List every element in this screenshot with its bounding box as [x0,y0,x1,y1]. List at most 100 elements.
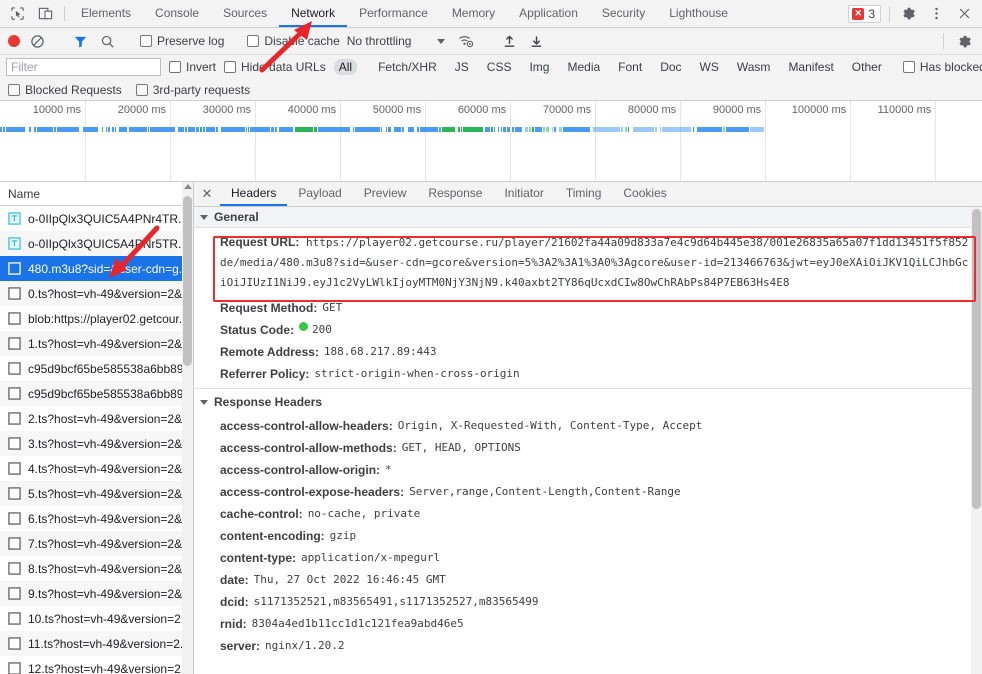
filter-type-other[interactable]: Other [847,59,887,75]
header-name: Status Code: [220,323,295,337]
tab-performance[interactable]: Performance [347,0,440,27]
manifest-doc-icon [8,236,22,251]
request-list-row[interactable]: 10.ts?host=vh-49&version=2. [0,606,193,631]
detail-scrollbar[interactable] [971,207,982,674]
blocked-requests-checkbox[interactable]: Blocked Requests [8,83,122,97]
request-list-header[interactable]: Name [0,182,193,206]
close-icon[interactable]: ✕ [194,182,220,206]
general-section-header[interactable]: General [194,207,982,228]
timeline-request-segment [221,127,245,132]
scrollbar-thumb[interactable] [972,209,981,509]
filter-type-media[interactable]: Media [562,59,605,75]
third-party-requests-checkbox[interactable]: 3rd-party requests [135,83,250,97]
tab-lighthouse[interactable]: Lighthouse [657,0,740,27]
filter-type-label: Manifest [788,60,834,74]
timeline-request-segment [28,127,32,132]
timeline-gridline [170,101,172,181]
request-list-row[interactable]: 3.ts?host=vh-49&version=2&.. [0,431,193,456]
tab-security[interactable]: Security [590,0,657,27]
request-list-scrollbar[interactable] [182,182,193,674]
timeline-request-segment [353,127,355,132]
tab-console[interactable]: Console [143,0,211,27]
tab-headers[interactable]: Headers [220,182,288,206]
request-list-row[interactable]: o-0IIpQlx3QUIC5A4PNr5TR.. [0,231,193,256]
network-overview-timeline[interactable]: 10000 ms 20000 ms 30000 ms 40000 ms 50000 ms… [0,101,982,182]
import-har-icon[interactable] [499,31,519,51]
filter-type-doc[interactable]: Doc [655,59,686,75]
tab-cookies[interactable]: Cookies [612,182,677,206]
response-header-row: rnid: 8304a4ed1b11cc1d1c121fea9abd46e5 [194,613,982,635]
tab-initiator[interactable]: Initiator [493,182,554,206]
error-count-badge[interactable]: ✕ 3 [848,4,881,23]
device-toolbar-icon[interactable] [36,5,54,23]
filter-type-img[interactable]: Img [524,59,554,75]
filter-type-wasm[interactable]: Wasm [732,59,776,75]
timeline-request-segment [83,127,98,132]
scroll-up-arrow-icon[interactable] [184,184,192,189]
more-vertical-icon[interactable] [926,4,946,24]
timeline-tick-label: 90000 ms [712,104,762,116]
tab-application[interactable]: Application [507,0,590,27]
filter-type-js[interactable]: JS [450,59,474,75]
disable-cache-checkbox[interactable]: Disable cache [247,34,340,48]
tab-memory[interactable]: Memory [440,0,507,27]
filter-type-fetch-xhr[interactable]: Fetch/XHR [373,59,442,75]
scrollbar-thumb[interactable] [183,196,192,366]
clear-icon[interactable] [27,31,47,51]
inspect-element-icon[interactable] [8,5,26,23]
export-har-icon[interactable] [526,31,546,51]
request-list-row[interactable]: 12.ts?host=vh-49&version=2. [0,656,193,674]
hide-data-urls-checkbox[interactable]: Hide data URLs [224,60,326,74]
gear-icon[interactable] [954,31,974,51]
tab-preview[interactable]: Preview [353,182,418,206]
generic-file-icon [8,461,22,476]
filter-type-manifest[interactable]: Manifest [783,59,838,75]
throttling-select[interactable]: No throttling [347,34,446,48]
filter-type-ws[interactable]: WS [695,59,724,75]
tab-elements[interactable]: Elements [69,0,143,27]
has-blocked-cookies-checkbox[interactable]: Has blocked cookies [902,60,982,74]
tab-network[interactable]: Network [279,0,348,27]
request-list-row[interactable]: 9.ts?host=vh-49&version=2&.. [0,581,193,606]
filter-type-all[interactable]: All [333,59,358,75]
network-conditions-icon[interactable] [456,31,476,51]
filter-type-font[interactable]: Font [613,59,647,75]
response-headers-section-header[interactable]: Response Headers [194,389,982,415]
filter-type-label: Wasm [736,60,771,74]
detail-tab-label: Initiator [504,186,544,200]
record-button[interactable] [8,35,20,47]
header-value: Server,range,Content-Length,Content-Rang… [409,485,681,498]
request-list-row[interactable]: blob:https://player02.getcour.. [0,306,193,331]
tab-sources[interactable]: Sources [211,0,279,27]
timeline-request-segment [248,127,250,132]
filter-type-css[interactable]: CSS [482,59,517,75]
close-icon[interactable] [954,4,974,24]
gear-icon[interactable] [898,4,918,24]
request-list-row[interactable]: 480.m3u8?sid=&user-cdn=g.. [0,256,193,281]
request-list-row[interactable]: 8.ts?host=vh-49&version=2&.. [0,556,193,581]
tab-timing[interactable]: Timing [555,182,613,206]
request-list-row[interactable]: c95d9bcf65be585538a6bb89 [0,381,193,406]
timeline-request-segment [723,127,726,132]
preserve-log-checkbox[interactable]: Preserve log [140,34,224,48]
request-list-row[interactable]: o-0IIpQlx3QUIC5A4PNr4TR.. [0,206,193,231]
search-input[interactable] [6,58,161,76]
tab-payload[interactable]: Payload [287,182,352,206]
request-list-body[interactable]: o-0IIpQlx3QUIC5A4PNr4TR.. o-0IIpQlx3QUIC5… [0,206,193,674]
request-list-row[interactable]: 0.ts?host=vh-49&version=2&.. [0,281,193,306]
timeline-request-segment [543,127,545,132]
filter-icon[interactable] [70,31,90,51]
timeline-request-segment [515,127,522,132]
search-icon[interactable] [97,31,117,51]
request-list-row[interactable]: 1.ts?host=vh-49&version=2&.. [0,331,193,356]
request-list-row[interactable]: 11.ts?host=vh-49&version=2. [0,631,193,656]
request-list-row[interactable]: 6.ts?host=vh-49&version=2&.. [0,506,193,531]
request-list-row[interactable]: 5.ts?host=vh-49&version=2&.. [0,481,193,506]
request-list-row[interactable]: 7.ts?host=vh-49&version=2&.. [0,531,193,556]
tab-response[interactable]: Response [417,182,493,206]
request-list-row[interactable]: c95d9bcf65be585538a6bb89 [0,356,193,381]
request-list-row[interactable]: 2.ts?host=vh-49&version=2&.. [0,406,193,431]
response-headers-rows: access-control-allow-headers: Origin, X-R… [194,415,982,657]
request-list-row[interactable]: 4.ts?host=vh-49&version=2&.. [0,456,193,481]
invert-checkbox[interactable]: Invert [169,60,216,74]
